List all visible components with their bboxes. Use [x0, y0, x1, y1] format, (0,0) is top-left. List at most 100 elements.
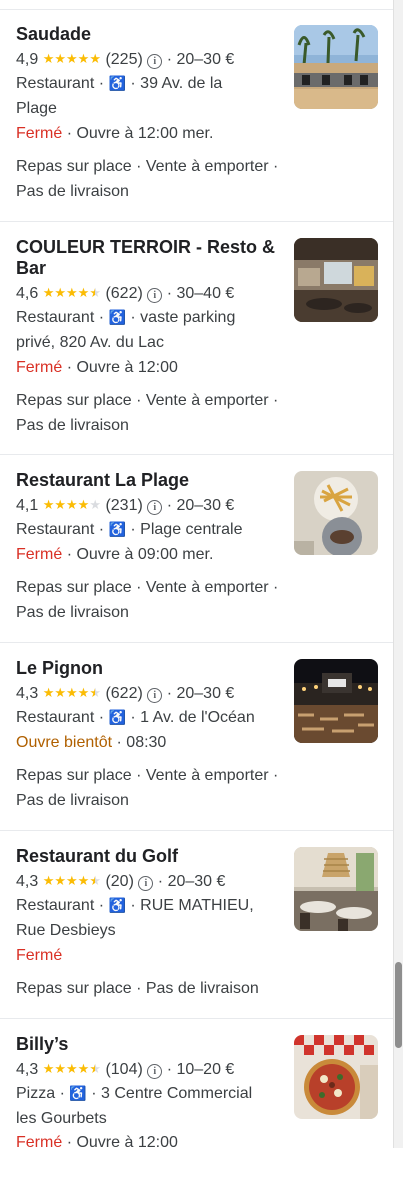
scrollbar-thumb[interactable]	[395, 962, 402, 1048]
star-rating: ★★★★★	[43, 1061, 101, 1078]
scrollbar[interactable]	[393, 0, 403, 1148]
hours-detail: · 08:30	[116, 734, 167, 751]
place-photo[interactable]	[294, 659, 378, 743]
services: Repas sur place · Vente à emporter ·	[16, 767, 279, 784]
place-photo[interactable]	[294, 471, 378, 555]
place-name[interactable]: COULEUR TERROIR - Resto & Bar	[16, 237, 286, 279]
star-icon: ★	[77, 497, 90, 512]
star-icon: ★	[66, 285, 78, 300]
place-name[interactable]: Le Pignon	[16, 658, 286, 679]
review-count[interactable]: (231)	[105, 497, 142, 514]
hours-row: Ouvre bientôt · 08:30	[16, 730, 288, 755]
rating-row: 4,1 ★★★★★ (231) i · 20–30 €	[16, 492, 288, 518]
rating-value: 4,3	[16, 1061, 39, 1078]
hours-row: Fermé · Ouvre à 09:00 mer.	[16, 542, 288, 567]
info-icon[interactable]: i	[147, 288, 163, 303]
rating-value: 4,3	[16, 873, 39, 890]
star-icon: ★	[89, 497, 101, 512]
star-icon: ★	[54, 1061, 67, 1076]
review-count[interactable]: (622)	[105, 285, 142, 302]
info-icon[interactable]: i	[147, 688, 163, 703]
wheelchair-icon: ♿	[108, 75, 126, 91]
place-name[interactable]: Saudade	[16, 24, 286, 45]
review-count[interactable]: (225)	[105, 51, 142, 68]
place-photo[interactable]	[294, 238, 378, 322]
info-icon[interactable]: i	[147, 54, 163, 69]
separator: ·	[59, 1085, 65, 1102]
place-name[interactable]: Billy’s	[16, 1034, 286, 1055]
rating-value: 4,9	[16, 51, 39, 68]
info-icon[interactable]: i	[147, 1064, 163, 1079]
info-icon[interactable]: i	[147, 500, 163, 515]
rating-row: 4,3 ★★★★★ (104) i · 10–20 €	[16, 1056, 288, 1082]
star-icon: ★	[42, 1061, 55, 1076]
star-icon: ★	[77, 873, 90, 888]
place-photo[interactable]	[294, 25, 378, 109]
category-row: Restaurant · ♿ · RUE MATHIEU,	[16, 893, 288, 918]
star-icon: ★	[54, 51, 67, 66]
address: 3 Centre Commercial	[101, 1085, 253, 1102]
category-row: Pizza · ♿ · 3 Centre Commercial	[16, 1081, 288, 1106]
wheelchair-icon: ♿	[108, 897, 126, 913]
status-closed: Fermé	[16, 947, 63, 964]
category: Restaurant	[16, 521, 95, 538]
services: Repas sur place · Pas de livraison	[16, 980, 259, 997]
hours-detail: · Ouvre à 12:00 mer.	[66, 125, 214, 142]
separator: ·	[166, 497, 173, 514]
result-card-couleur-terroir[interactable]: COULEUR TERROIR - Resto & Bar 4,6 ★★★★★ …	[0, 222, 394, 455]
price-range: 30–40 €	[176, 285, 235, 302]
rating-row: 4,6 ★★★★★ (622) i · 30–40 €	[16, 280, 288, 306]
services-continuation: Pas de livraison	[16, 792, 129, 809]
wheelchair-icon: ♿	[108, 309, 126, 325]
info-icon[interactable]: i	[138, 876, 154, 891]
review-count[interactable]: (20)	[105, 873, 133, 890]
hours-row: Fermé · Ouvre à 12:00	[16, 355, 288, 380]
place-photo[interactable]	[294, 1035, 378, 1119]
price-range: 20–30 €	[176, 685, 235, 702]
result-card-du-golf[interactable]: Restaurant du Golf 4,3 ★★★★★ (20) i · 20…	[0, 831, 394, 1019]
star-icon: ★	[66, 1061, 78, 1076]
result-card-la-plage[interactable]: Restaurant La Plage 4,1 ★★★★★ (231) i · …	[0, 455, 394, 643]
status-closed: Fermé	[16, 546, 63, 563]
status-closed: Fermé	[16, 359, 63, 376]
services: Repas sur place · Vente à emporter ·	[16, 579, 279, 596]
address-continuation: privé, 820 Av. du Lac	[16, 334, 164, 351]
review-count[interactable]: (104)	[105, 1061, 142, 1078]
review-count[interactable]: (622)	[105, 685, 142, 702]
services-continuation: Pas de livraison	[16, 604, 129, 621]
separator: ·	[98, 309, 105, 326]
star-icon: ★	[77, 685, 90, 700]
price-range: 10–20 €	[176, 1061, 235, 1078]
separator: ·	[98, 709, 105, 726]
star-icon: ★	[77, 1061, 90, 1076]
star-icon: ★	[89, 51, 101, 66]
place-name[interactable]: Restaurant La Plage	[16, 470, 286, 491]
address: RUE MATHIEU,	[140, 897, 254, 914]
star-icon: ★	[54, 285, 67, 300]
separator: ·	[98, 521, 105, 538]
status-opening-soon: Ouvre bientôt	[16, 734, 113, 751]
category: Restaurant	[16, 75, 95, 92]
separator: ·	[91, 1085, 97, 1102]
wheelchair-icon: ♿	[69, 1085, 87, 1101]
address-continuation: les Gourbets	[16, 1110, 107, 1127]
category: Restaurant	[16, 897, 95, 914]
hours-detail: · Ouvre à 12:00	[66, 359, 178, 376]
category: Restaurant	[16, 709, 95, 726]
result-card-billys[interactable]: Billy’s 4,3 ★★★★★ (104) i · 10–20 € Pizz…	[0, 1019, 394, 1179]
category: Pizza	[16, 1085, 56, 1102]
star-icon: ★	[89, 685, 101, 700]
star-icon: ★	[42, 873, 55, 888]
result-card-le-pignon[interactable]: Le Pignon 4,3 ★★★★★ (622) i · 20–30 € Re…	[0, 643, 394, 831]
category-row: Restaurant · ♿ · vaste parking	[16, 305, 288, 330]
place-photo[interactable]	[294, 847, 378, 931]
hours-row: Fermé · Ouvre à 12:00	[16, 1130, 288, 1155]
star-icon: ★	[54, 497, 67, 512]
result-card-saudade[interactable]: Saudade 4,9 ★★★★★ (225) i · 20–30 € Rest…	[0, 10, 394, 222]
address-continuation: Rue Desbieys	[16, 922, 116, 939]
star-icon: ★	[42, 51, 55, 66]
place-name[interactable]: Restaurant du Golf	[16, 846, 286, 867]
separator: ·	[157, 873, 164, 890]
category-row: Restaurant · ♿ · 1 Av. de l'Océan	[16, 705, 288, 730]
separator: ·	[166, 51, 173, 68]
